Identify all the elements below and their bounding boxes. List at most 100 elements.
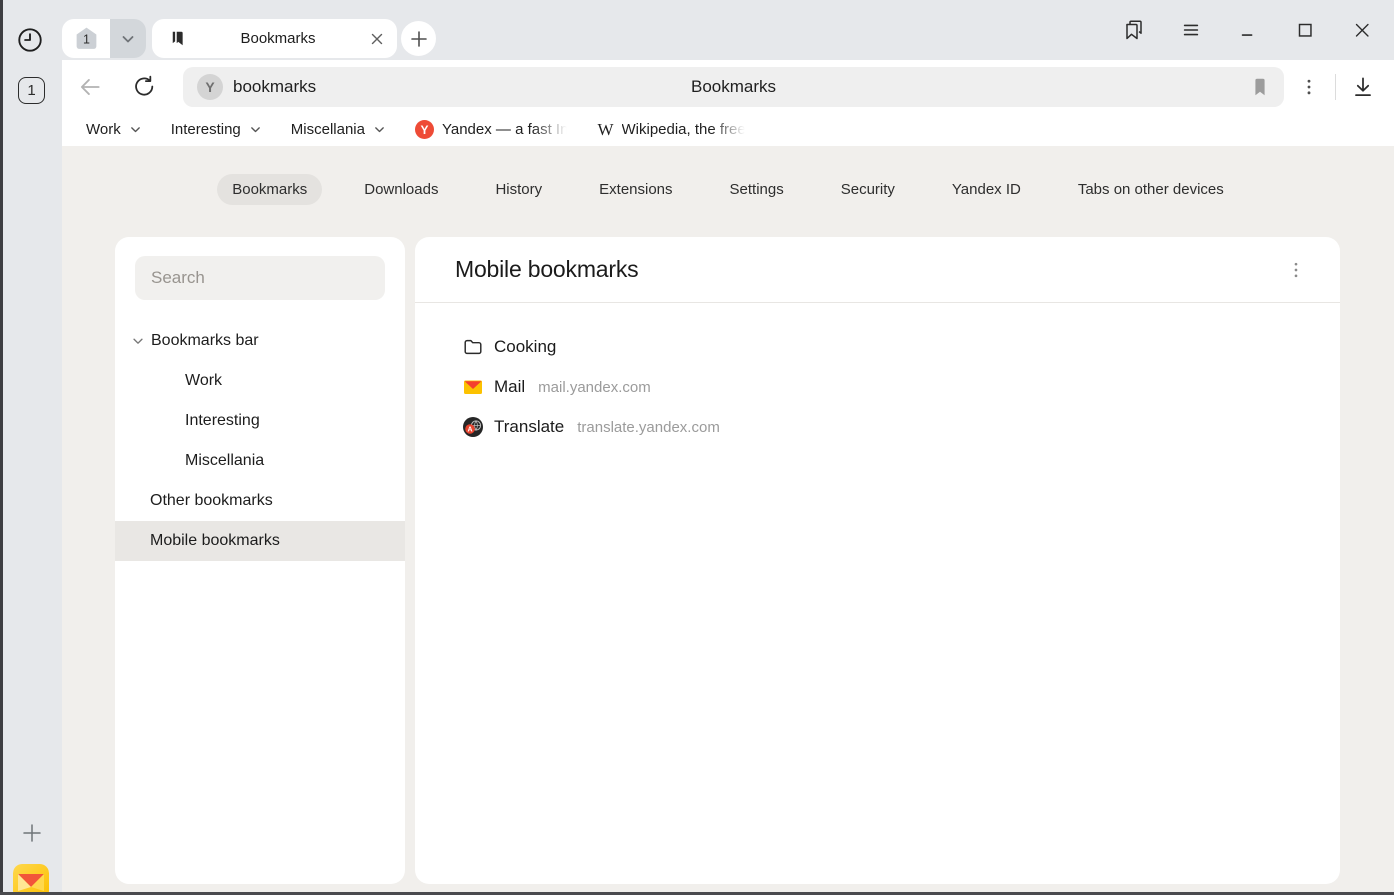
tree-item-interesting[interactable]: Interesting (115, 401, 405, 441)
yandex-favicon-icon: Y (415, 120, 434, 139)
chevron-down-icon (373, 123, 386, 136)
browser-window: 1 Bookmarks (0, 0, 1394, 895)
new-tab-button[interactable] (401, 21, 436, 56)
bookmarks-bar-folder-work[interactable]: Work (86, 121, 142, 138)
folder-label: Interesting (171, 121, 241, 138)
tree-item-other-bookmarks[interactable]: Other bookmarks (115, 481, 405, 521)
bookmark-row-cooking[interactable]: Cooking (462, 327, 1340, 367)
svg-text:A: A (467, 426, 472, 433)
reload-icon (132, 74, 157, 99)
maximize-button[interactable] (1293, 18, 1317, 42)
bookmark-url: mail.yandex.com (538, 379, 651, 396)
tab-extensions[interactable]: Extensions (584, 174, 687, 205)
bookmark-row-translate[interactable]: A Translate translate.yandex.com (462, 407, 1340, 447)
tree-item-label: Miscellania (185, 452, 264, 470)
tab-group-badge-icon: 1 (73, 25, 100, 52)
side-rail: 1 (0, 60, 62, 895)
tab-security[interactable]: Security (826, 174, 910, 205)
bookmarks-panel-icon (1122, 18, 1146, 42)
url-text: bookmarks (233, 77, 316, 97)
address-bar-page-title: Bookmarks (183, 77, 1284, 97)
tab-group-counter[interactable]: 1 (62, 19, 110, 58)
link-label: Wikipedia, the free (622, 121, 746, 138)
tab-group-expand-button[interactable] (110, 19, 146, 58)
yandex-mail-app-icon (13, 864, 49, 895)
bookmark-this-page-button[interactable] (1248, 75, 1272, 99)
tree-item-mobile-bookmarks[interactable]: Mobile bookmarks (115, 521, 405, 561)
maximize-icon (1294, 19, 1316, 41)
folder-icon (462, 336, 484, 358)
chevron-down-icon (120, 31, 136, 47)
content-title: Mobile bookmarks (455, 256, 1284, 283)
wikipedia-favicon-icon: W (597, 120, 613, 140)
history-clock-button[interactable] (15, 25, 45, 55)
reload-button[interactable] (131, 74, 157, 100)
clock-icon (16, 26, 44, 54)
window-left-edge (0, 0, 3, 895)
site-favicon: Y (197, 74, 223, 100)
yandex-mail-favicon-icon (462, 376, 484, 398)
bookmarks-bar-folder-miscellania[interactable]: Miscellania (291, 121, 386, 138)
bookmarks-content-panel: Mobile bookmarks Cooking (415, 237, 1340, 884)
tab-title: Bookmarks (187, 30, 369, 47)
bookmark-search-box[interactable] (135, 256, 385, 300)
tab-other-devices[interactable]: Tabs on other devices (1063, 174, 1239, 205)
back-button[interactable] (77, 74, 103, 100)
browser-tab-bookmarks[interactable]: Bookmarks (152, 19, 397, 58)
plus-icon (20, 821, 44, 845)
rail-tab-counter-button[interactable]: 1 (18, 77, 45, 104)
tree-item-label: Interesting (185, 412, 260, 430)
bookmarks-panel-button[interactable] (1122, 18, 1146, 42)
downloads-button[interactable] (1350, 74, 1376, 100)
tree-item-work[interactable]: Work (115, 361, 405, 401)
tab-settings[interactable]: Settings (715, 174, 799, 205)
tab-bookmarks[interactable]: Bookmarks (217, 174, 322, 205)
browser-menu-button[interactable] (1179, 18, 1203, 42)
folder-menu-button[interactable] (1284, 258, 1308, 282)
chevron-down-icon[interactable] (131, 334, 145, 348)
tab-group-chip[interactable]: 1 (62, 19, 146, 58)
download-icon (1350, 74, 1376, 100)
toolbar-divider (1335, 74, 1336, 100)
bookmarks-bar-folder-interesting[interactable]: Interesting (171, 121, 262, 138)
tree-item-label: Other bookmarks (150, 492, 273, 510)
rail-add-button[interactable] (19, 820, 45, 846)
bookmarks-manager-page: Bookmarks Downloads History Extensions S… (62, 146, 1394, 895)
yandex-translate-favicon-icon: A (462, 416, 484, 438)
bookmarks-bar: Work Interesting Miscellania Y Yandex — … (62, 113, 1394, 146)
tab-downloads[interactable]: Downloads (349, 174, 453, 205)
tree-item-bookmarks-bar[interactable]: Bookmarks bar (115, 321, 405, 361)
tab-yandex-id[interactable]: Yandex ID (937, 174, 1036, 205)
tab-history[interactable]: History (480, 174, 557, 205)
minimize-button[interactable] (1236, 18, 1260, 42)
hamburger-menu-icon (1180, 19, 1202, 41)
back-arrow-icon (77, 74, 103, 100)
bookmarks-bar-link-wikipedia[interactable]: W Wikipedia, the free (597, 120, 745, 140)
folder-label: Miscellania (291, 121, 365, 138)
chevron-down-icon (249, 123, 262, 136)
link-label: Yandex — a fast In (442, 121, 568, 138)
tree-item-label: Work (185, 372, 222, 390)
close-icon (1351, 19, 1373, 41)
titlebar-right-controls (1122, 0, 1382, 60)
bookmarks-bar-link-yandex[interactable]: Y Yandex — a fast In (415, 120, 568, 139)
bookmarks-tree: Bookmarks bar Work Interesting Miscellan… (115, 321, 405, 561)
tree-item-label: Bookmarks bar (151, 332, 259, 350)
address-bar[interactable]: Y bookmarks Bookmarks (183, 67, 1284, 107)
bookmark-row-mail[interactable]: Mail mail.yandex.com (462, 367, 1340, 407)
bookmarks-tree-panel: Bookmarks bar Work Interesting Miscellan… (115, 237, 405, 884)
bookmark-tab-icon (168, 29, 187, 48)
folder-label: Work (86, 121, 121, 138)
favicon-letter: Y (205, 79, 214, 95)
tree-item-label: Mobile bookmarks (150, 532, 280, 550)
svg-text:1: 1 (83, 33, 90, 47)
address-toolbar: Y bookmarks Bookmarks (62, 60, 1394, 113)
rail-tab-counter-label: 1 (27, 82, 35, 99)
tree-item-miscellania[interactable]: Miscellania (115, 441, 405, 481)
tab-close-icon[interactable] (369, 31, 385, 47)
yandex-mail-app-button[interactable] (13, 864, 49, 895)
page-menu-button[interactable] (1297, 75, 1321, 99)
close-window-button[interactable] (1350, 18, 1374, 42)
search-input[interactable] (151, 268, 369, 288)
manager-nav-tabs: Bookmarks Downloads History Extensions S… (62, 174, 1394, 205)
